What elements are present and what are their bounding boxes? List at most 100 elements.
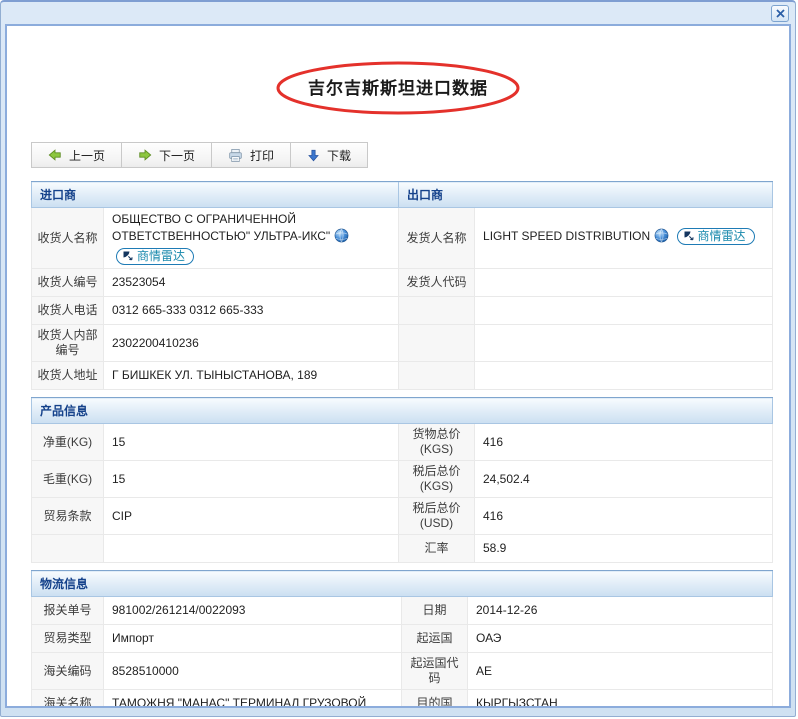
row-value: 2014-12-26 [468, 597, 773, 625]
print-button[interactable]: 打印 [211, 142, 291, 168]
table-row: 海关编码 8528510000 起运国代码 AE [32, 653, 773, 690]
row-value: Импорт [104, 625, 402, 653]
row-value: 8528510000 [104, 653, 402, 690]
business-radar-label: 商情雷达 [698, 228, 746, 245]
row-label: 毛重(KG) [32, 461, 104, 498]
satellite-icon [683, 230, 695, 242]
row-label: 目的国 [402, 690, 468, 708]
table-row: 贸易类型 Импорт 起运国 ОАЭ [32, 625, 773, 653]
importer-exporter-table: 进口商 出口商 收货人名称 ОБЩЕСТВО С ОГРАНИЧЕННОЙ ОТ… [31, 181, 773, 390]
row-value: 24,502.4 [475, 461, 773, 498]
consignee-name: ОБЩЕСТВО С ОГРАНИЧЕННОЙ ОТВЕТСТВЕННОСТЬЮ… [112, 212, 330, 243]
row-label: 汇率 [399, 535, 475, 563]
title-area: 吉尔吉斯斯坦进口数据 [31, 60, 765, 116]
row-value: 981002/261214/0022093 [104, 597, 402, 625]
row-label: 报关单号 [32, 597, 104, 625]
row-label: 起运国 [402, 625, 468, 653]
row-value [475, 297, 773, 325]
logistics-info-table: 物流信息 报关单号 981002/261214/0022093 日期 2014-… [31, 570, 773, 708]
row-label [399, 297, 475, 325]
row-value [475, 325, 773, 362]
row-value: 58.9 [475, 535, 773, 563]
row-value: 416 [475, 424, 773, 461]
dialog-window: 吉尔吉斯斯坦进口数据 上一页 下一页 打印 [0, 0, 796, 717]
next-page-button[interactable]: 下一页 [121, 142, 212, 168]
business-radar-label: 商情雷达 [137, 248, 185, 265]
row-value: 23523054 [104, 269, 399, 297]
close-icon [776, 9, 785, 18]
row-value [104, 535, 399, 563]
row-label: 货物总价(KGS) [399, 424, 475, 461]
importer-section-header: 进口商 [32, 182, 399, 208]
row-value: 416 [475, 498, 773, 535]
row-label: 收货人地址 [32, 362, 104, 390]
row-value: 2302200410236 [104, 325, 399, 362]
product-info-table: 产品信息 净重(KG) 15 货物总价(KGS) 416 毛重(KG) 15 税… [31, 397, 773, 563]
toolbar: 上一页 下一页 打印 下载 [31, 142, 368, 168]
close-button[interactable] [771, 5, 789, 22]
row-value: 15 [104, 461, 399, 498]
row-value: AE [468, 653, 773, 690]
row-value: КЫРГЫЗСТАН [468, 690, 773, 708]
exporter-section-header: 出口商 [399, 182, 773, 208]
row-value: ТАМОЖНЯ "МАНАС" ТЕРМИНАЛ ГРУЗОВОЙ [104, 690, 402, 708]
table-row: 报关单号 981002/261214/0022093 日期 2014-12-26 [32, 597, 773, 625]
consignee-name-cell: ОБЩЕСТВО С ОГРАНИЧЕННОЙ ОТВЕТСТВЕННОСТЬЮ… [104, 208, 399, 269]
next-arrow-icon [138, 148, 152, 162]
table-row: 贸易条款 CIP 税后总价(USD) 416 [32, 498, 773, 535]
prev-page-button[interactable]: 上一页 [31, 142, 122, 168]
table-row: 净重(KG) 15 货物总价(KGS) 416 [32, 424, 773, 461]
row-value: 15 [104, 424, 399, 461]
table-row: 收货人名称 ОБЩЕСТВО С ОГРАНИЧЕННОЙ ОТВЕТСТВЕН… [32, 208, 773, 269]
row-label: 贸易条款 [32, 498, 104, 535]
row-value: Г БИШКЕК УЛ. ТЫНЫСТАНОВА, 189 [104, 362, 399, 390]
row-label: 贸易类型 [32, 625, 104, 653]
row-label [32, 535, 104, 563]
page-title: 吉尔吉斯斯坦进口数据 [308, 60, 488, 99]
prev-arrow-icon [48, 148, 62, 162]
table-row: 毛重(KG) 15 税后总价(KGS) 24,502.4 [32, 461, 773, 498]
download-icon [307, 149, 320, 162]
row-label: 净重(KG) [32, 424, 104, 461]
row-value [475, 269, 773, 297]
row-label: 收货人电话 [32, 297, 104, 325]
table-row: 收货人内部编号 2302200410236 [32, 325, 773, 362]
shipper-name: LIGHT SPEED DISTRIBUTION [483, 229, 650, 243]
table-row: 收货人地址 Г БИШКЕК УЛ. ТЫНЫСТАНОВА, 189 [32, 362, 773, 390]
row-label: 起运国代码 [402, 653, 468, 690]
globe-icon[interactable] [334, 228, 349, 248]
print-icon [228, 148, 243, 163]
row-label: 收货人内部编号 [32, 325, 104, 362]
dialog-titlebar [1, 2, 795, 24]
satellite-icon [122, 250, 134, 262]
row-label: 日期 [402, 597, 468, 625]
product-section-header: 产品信息 [32, 398, 773, 424]
table-row: 海关名称 ТАМОЖНЯ "МАНАС" ТЕРМИНАЛ ГРУЗОВОЙ 目… [32, 690, 773, 708]
download-button[interactable]: 下载 [290, 142, 368, 168]
row-value [475, 362, 773, 390]
row-label [399, 362, 475, 390]
table-row: 收货人电话 0312 665-333 0312 665-333 [32, 297, 773, 325]
row-label: 海关名称 [32, 690, 104, 708]
dialog-content: 吉尔吉斯斯坦进口数据 上一页 下一页 打印 [5, 24, 791, 708]
row-label: 发货人代码 [399, 269, 475, 297]
globe-icon[interactable] [654, 228, 669, 248]
print-label: 打印 [250, 147, 274, 164]
download-label: 下载 [327, 147, 351, 164]
business-radar-badge[interactable]: 商情雷达 [677, 228, 755, 245]
row-label: 税后总价(KGS) [399, 461, 475, 498]
shipper-name-label: 发货人名称 [399, 208, 475, 269]
next-page-label: 下一页 [159, 147, 195, 164]
prev-page-label: 上一页 [69, 147, 105, 164]
row-value: CIP [104, 498, 399, 535]
shipper-name-cell: LIGHT SPEED DISTRIBUTION 商情雷达 [475, 208, 773, 269]
row-label: 收货人编号 [32, 269, 104, 297]
row-label: 海关编码 [32, 653, 104, 690]
row-value: ОАЭ [468, 625, 773, 653]
row-label: 税后总价(USD) [399, 498, 475, 535]
business-radar-badge[interactable]: 商情雷达 [116, 248, 194, 265]
table-row: 收货人编号 23523054 发货人代码 [32, 269, 773, 297]
row-value: 0312 665-333 0312 665-333 [104, 297, 399, 325]
row-label [399, 325, 475, 362]
consignee-name-label: 收货人名称 [32, 208, 104, 269]
